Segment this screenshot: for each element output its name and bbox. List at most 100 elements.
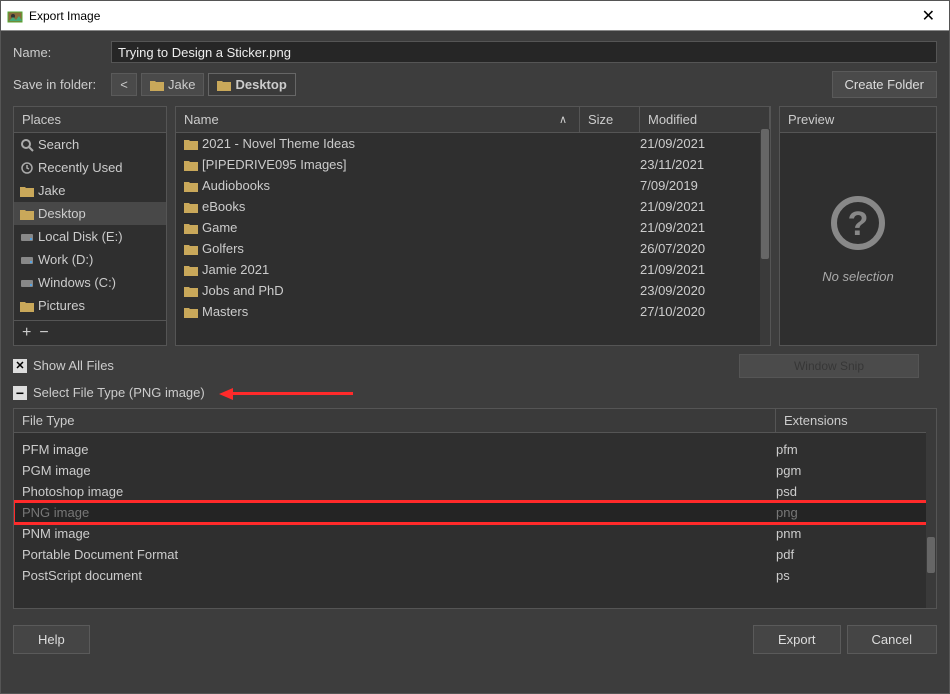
- folder-icon: [217, 79, 231, 91]
- column-header-size[interactable]: Size: [580, 107, 640, 132]
- select-file-type-label[interactable]: Select File Type (PNG image): [33, 385, 205, 400]
- file-modified: 26/07/2020: [640, 241, 762, 256]
- file-name: Jobs and PhD: [202, 283, 284, 298]
- name-label: Name:: [13, 45, 103, 60]
- file-row[interactable]: eBooks 21/09/2021: [176, 196, 770, 217]
- folder-icon: [20, 300, 34, 312]
- window-snip-overlay: Window Snip: [739, 354, 919, 378]
- filename-input[interactable]: [111, 41, 937, 63]
- folder-icon: [184, 243, 198, 255]
- file-type-name: PNG image: [22, 505, 776, 520]
- file-type-row[interactable]: PNG imagepng: [14, 502, 936, 523]
- folder-icon: [184, 138, 198, 150]
- close-button[interactable]: ✕: [914, 4, 943, 28]
- file-list-panel: Name ∧ Size Modified 2021 - Novel Theme …: [175, 106, 771, 346]
- file-row[interactable]: Golfers 26/07/2020: [176, 238, 770, 259]
- file-type-scrollbar[interactable]: [926, 431, 936, 608]
- file-type-name: PNM image: [22, 526, 776, 541]
- place-item[interactable]: Pictures: [14, 294, 166, 317]
- file-type-name: Portable Document Format: [22, 547, 776, 562]
- export-dialog: Export Image ✕ Name: Save in folder: < J…: [0, 0, 950, 694]
- file-type-ext: pdf: [776, 547, 928, 562]
- place-item[interactable]: Search: [14, 133, 166, 156]
- preview-panel: Preview ? No selection: [779, 106, 937, 346]
- add-place-button[interactable]: +: [22, 324, 31, 342]
- file-type-row[interactable]: Portable Document Formatpdf: [14, 544, 936, 565]
- file-modified: 21/09/2021: [640, 199, 762, 214]
- place-label: Pictures: [38, 298, 85, 313]
- file-modified: 21/09/2021: [640, 220, 762, 235]
- breadcrumb-desktop[interactable]: Desktop: [208, 73, 295, 96]
- folder-icon: [184, 180, 198, 192]
- file-row[interactable]: Masters27/10/2020: [176, 301, 770, 322]
- file-name: Masters: [202, 304, 248, 319]
- folder-icon: [20, 208, 34, 220]
- place-item[interactable]: Work (D:): [14, 248, 166, 271]
- svg-text:?: ?: [848, 205, 869, 243]
- place-item[interactable]: Windows (C:): [14, 271, 166, 294]
- place-label: Desktop: [38, 206, 86, 221]
- sort-asc-icon: ∧: [559, 113, 567, 126]
- file-modified: 21/09/2021: [640, 262, 762, 277]
- place-label: Recently Used: [38, 160, 123, 175]
- file-name: 2021 - Novel Theme Ideas: [202, 136, 355, 151]
- places-header: Places: [14, 107, 166, 133]
- export-button[interactable]: Export: [753, 625, 841, 654]
- file-row[interactable]: Audiobooks7/09/2019: [176, 175, 770, 196]
- column-header-name[interactable]: Name ∧: [176, 107, 580, 132]
- help-button[interactable]: Help: [13, 625, 90, 654]
- file-type-expander[interactable]: −: [13, 386, 27, 400]
- file-type-name: Photoshop image: [22, 484, 776, 499]
- file-row[interactable]: Game21/09/2021: [176, 217, 770, 238]
- place-label: Search: [38, 137, 79, 152]
- folder-icon: [20, 185, 34, 197]
- file-row[interactable]: Jamie 202121/09/2021: [176, 259, 770, 280]
- file-modified: 23/11/2021: [640, 157, 762, 172]
- file-name: Golfers: [202, 241, 244, 256]
- create-folder-button[interactable]: Create Folder: [832, 71, 937, 98]
- file-type-row[interactable]: PFM imagepfm: [14, 439, 936, 460]
- breadcrumb-jake[interactable]: Jake: [141, 73, 204, 96]
- titlebar: Export Image ✕: [1, 1, 949, 31]
- column-header-modified[interactable]: Modified: [640, 107, 770, 132]
- show-all-label: Show All Files: [33, 358, 114, 373]
- app-icon: [7, 8, 23, 24]
- file-type-row[interactable]: PostScript documentps: [14, 565, 936, 586]
- file-type-ext: pnm: [776, 526, 928, 541]
- column-header-file-type[interactable]: File Type: [14, 409, 776, 432]
- folder-icon: [184, 306, 198, 318]
- question-icon: ?: [830, 195, 886, 251]
- place-label: Work (D:): [38, 252, 93, 267]
- file-type-row[interactable]: Photoshop imagepsd: [14, 481, 936, 502]
- file-row[interactable]: [PIPEDRIVE095 Images]23/11/2021: [176, 154, 770, 175]
- breadcrumb-back[interactable]: <: [111, 73, 137, 96]
- place-item[interactable]: Local Disk (E:): [14, 225, 166, 248]
- disk-icon: [20, 254, 34, 266]
- file-type-row[interactable]: PGM imagepgm: [14, 460, 936, 481]
- file-row[interactable]: Jobs and PhD 23/09/2020: [176, 280, 770, 301]
- place-item[interactable]: Recently Used: [14, 156, 166, 179]
- folder-icon: [184, 285, 198, 297]
- remove-place-button[interactable]: −: [39, 324, 48, 342]
- file-type-ext: pfm: [776, 442, 928, 457]
- file-name: eBooks: [202, 199, 245, 214]
- file-type-ext: psd: [776, 484, 928, 499]
- disk-icon: [20, 277, 34, 289]
- column-header-extensions[interactable]: Extensions: [776, 409, 936, 432]
- place-item[interactable]: Jake: [14, 179, 166, 202]
- file-type-name: PFM image: [22, 442, 776, 457]
- recent-icon: [20, 161, 34, 175]
- file-type-row[interactable]: PNM imagepnm: [14, 523, 936, 544]
- place-item[interactable]: Desktop: [14, 202, 166, 225]
- file-list-scrollbar[interactable]: [760, 129, 770, 345]
- file-modified: 23/09/2020: [640, 283, 762, 298]
- cancel-button[interactable]: Cancel: [847, 625, 937, 654]
- file-type-ext: pgm: [776, 463, 928, 478]
- folder-icon: [184, 159, 198, 171]
- file-type-ext: png: [776, 505, 928, 520]
- save-in-folder-label: Save in folder:: [13, 77, 103, 92]
- file-row[interactable]: 2021 - Novel Theme Ideas21/09/2021: [176, 133, 770, 154]
- show-all-checkbox[interactable]: ✕: [13, 359, 27, 373]
- file-modified: 7/09/2019: [640, 178, 762, 193]
- breadcrumb: < Jake Desktop: [111, 73, 296, 96]
